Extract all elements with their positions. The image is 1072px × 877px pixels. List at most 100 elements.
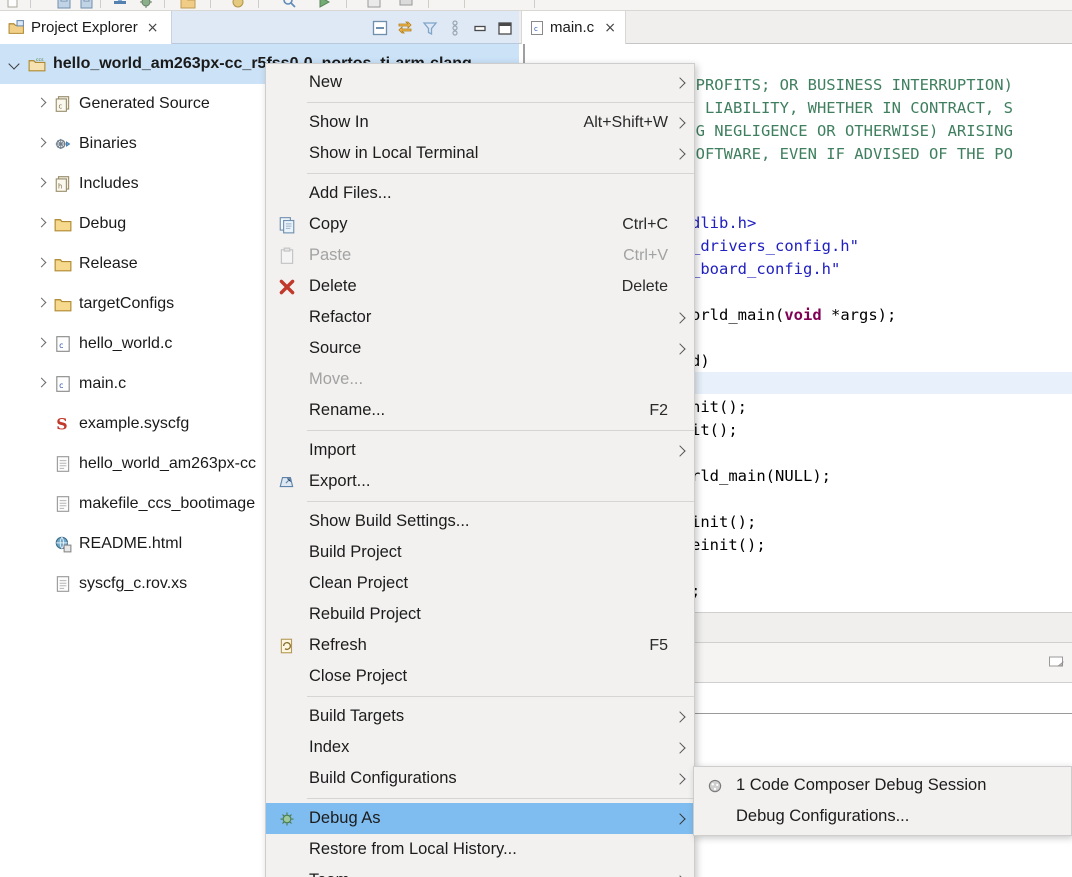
filter-icon[interactable] [422, 20, 438, 36]
menu-item-restore-from-local-history[interactable]: Restore from Local History... [266, 834, 694, 865]
link-with-editor-icon[interactable] [397, 20, 413, 36]
menu-item-delete[interactable]: Delete Delete [266, 271, 694, 302]
menu-item-refresh[interactable]: Refresh F5 [266, 630, 694, 661]
menu-item-shortcut: Alt+Shift+W [583, 113, 668, 131]
menu-item-label: Show In [309, 113, 369, 131]
submenu-item-debug-configurations[interactable]: Debug Configurations... [694, 801, 1071, 832]
menu-item-show-in-local-terminal[interactable]: Show in Local Terminal [266, 138, 694, 169]
toolbar-separator [534, 0, 535, 8]
code-line: init(); [691, 513, 757, 531]
menu-item-index[interactable]: Index [266, 732, 694, 763]
chevron-right-icon[interactable] [34, 297, 48, 311]
tree-item-label: Generated Source [79, 95, 210, 112]
toolbar-separator [100, 0, 101, 8]
svg-text:h: h [58, 183, 62, 191]
paste-icon [280, 247, 294, 264]
app-window: Project Explorer × ccs hello_world_am263… [0, 0, 1072, 877]
menu-item-rename[interactable]: Rename... F2 [266, 395, 694, 426]
svg-text:S: S [56, 415, 67, 433]
menu-item-refactor[interactable]: Refactor [266, 302, 694, 333]
search-icon[interactable] [282, 0, 298, 10]
chevron-right-icon [674, 710, 686, 723]
menu-item-show-in[interactable]: Show In Alt+Shift+W [266, 107, 694, 138]
maximize-icon[interactable] [497, 20, 513, 36]
debug-icon[interactable] [138, 0, 154, 10]
chevron-right-icon[interactable] [34, 377, 48, 391]
chevron-right-icon[interactable] [34, 217, 48, 231]
menu-item-debug-as[interactable]: Debug As [266, 803, 694, 834]
code-line: it(); [691, 421, 738, 439]
menu-item-shortcut: Ctrl+C [622, 215, 668, 233]
menu-item-build-targets[interactable]: Build Targets [266, 701, 694, 732]
menu-item-build-configurations[interactable]: Build Configurations [266, 763, 694, 794]
new-file-icon[interactable] [6, 0, 22, 10]
resume-icon[interactable] [230, 0, 246, 10]
menu-item-export[interactable]: Export... [266, 466, 694, 497]
menu-item-build-project[interactable]: Build Project [266, 537, 694, 568]
menu-item-label: Export... [309, 472, 371, 490]
toolbar-separator [464, 0, 465, 8]
collapse-all-icon[interactable] [372, 20, 388, 36]
folder-icon [54, 219, 72, 232]
console-view-icon[interactable] [1048, 654, 1066, 670]
menu-item-label: Paste [309, 246, 352, 264]
export-icon [279, 476, 294, 487]
svg-text:c: c [59, 381, 63, 390]
open-folder-icon[interactable] [180, 0, 196, 10]
menu-item-clean-project[interactable]: Clean Project [266, 568, 694, 599]
save-all-icon[interactable] [80, 0, 96, 10]
c-file-icon: c [56, 376, 70, 392]
menu-item-label: New [309, 73, 343, 91]
chevron-right-icon[interactable] [34, 177, 48, 191]
tree-item-label: Release [79, 255, 138, 272]
menu-item-new[interactable]: New [266, 67, 694, 98]
c-file-icon: c [56, 336, 70, 352]
code-line: einit(); [691, 536, 766, 554]
minimize-icon[interactable] [472, 20, 488, 36]
toolbar-separator [210, 0, 211, 8]
menu-item-add-files[interactable]: Add Files... [266, 178, 694, 209]
view-menu-icon[interactable] [447, 19, 463, 36]
menu-item-show-build-settings[interactable]: Show Build Settings... [266, 506, 694, 537]
build-icon[interactable] [112, 0, 128, 10]
menu-item-paste: Paste Ctrl+V [266, 240, 694, 271]
menu-item-copy[interactable]: Copy Ctrl+C [266, 209, 694, 240]
debug-as-submenu[interactable]: 1 Code Composer Debug Session Debug Confi… [693, 766, 1072, 836]
source-folder-icon: c [55, 96, 70, 112]
menu-item-import[interactable]: Import [266, 435, 694, 466]
menu-item-shortcut: F5 [649, 636, 668, 654]
chevron-right-icon[interactable] [34, 257, 48, 271]
tab-main-c[interactable]: c main.c × [521, 11, 626, 44]
code-line: orld_main(void *args); [691, 306, 897, 324]
toolbar-separator [258, 0, 259, 8]
close-icon[interactable]: × [604, 21, 616, 35]
copy-icon [279, 216, 295, 233]
menu-item-team[interactable]: Team [266, 865, 694, 877]
menu-item-move: Move... [266, 364, 694, 395]
save-icon[interactable] [56, 0, 72, 10]
ccs-project-icon: ccs [28, 58, 46, 72]
tab-project-explorer[interactable]: Project Explorer × [0, 11, 172, 44]
terminal-icon[interactable] [366, 0, 382, 10]
chevron-right-icon[interactable] [34, 137, 48, 151]
tree-item-label: hello_world_am263px-cc [79, 455, 256, 472]
menu-item-label: Source [309, 339, 362, 357]
menu-item-close-project[interactable]: Close Project [266, 661, 694, 692]
folder-icon [54, 299, 72, 312]
project-context-menu[interactable]: New Show In Alt+Shift+W Show in Local Termi… [265, 63, 695, 877]
chevron-down-icon[interactable] [8, 57, 22, 71]
chevron-right-icon[interactable] [34, 97, 48, 111]
run-icon[interactable] [316, 0, 332, 10]
text-file-icon [56, 576, 70, 592]
menu-item-rebuild-project[interactable]: Rebuild Project [266, 599, 694, 630]
chevron-right-icon[interactable] [34, 337, 48, 351]
menu-item-label: Build Project [309, 543, 402, 561]
menu-item-source[interactable]: Source [266, 333, 694, 364]
code-line: dlib.h> [691, 214, 757, 232]
memory-icon[interactable] [398, 0, 414, 10]
close-icon[interactable]: × [147, 21, 159, 35]
submenu-item-label: Debug Configurations... [736, 807, 910, 825]
submenu-item-1-code-composer-debug-session[interactable]: 1 Code Composer Debug Session [694, 770, 1071, 801]
